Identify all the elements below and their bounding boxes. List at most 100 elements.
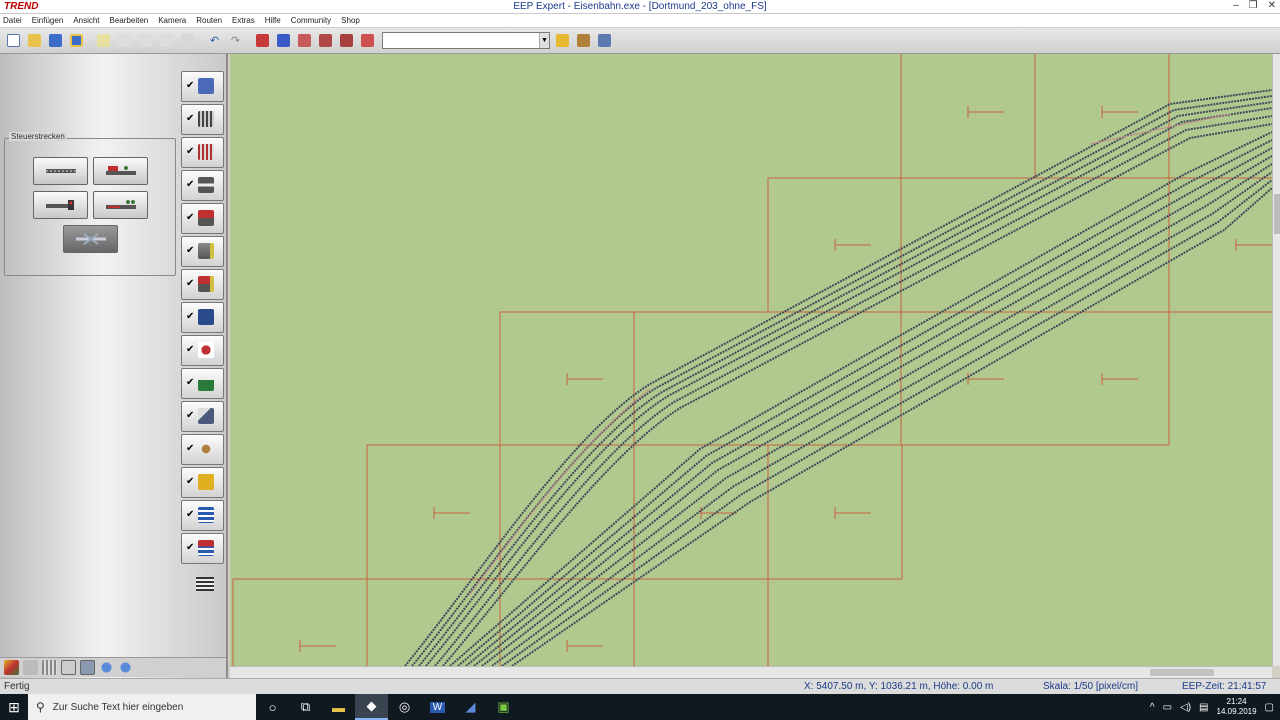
track[interactable]	[457, 139, 1272, 666]
layer-control-button[interactable]: ✔	[181, 236, 224, 267]
train-tool-3-button[interactable]	[295, 31, 314, 50]
steuerstrecke-signal-button[interactable]	[33, 191, 88, 219]
track[interactable]	[434, 115, 1272, 666]
train-tool-5-button[interactable]	[337, 31, 356, 50]
copy-button[interactable]	[115, 31, 134, 50]
train-tool-1-button[interactable]	[253, 31, 272, 50]
steuerstrecke-plain-button[interactable]	[33, 157, 88, 185]
steuerstrecke-train-button[interactable]	[93, 157, 148, 185]
train-tool-4-button[interactable]	[316, 31, 335, 50]
menu-datei[interactable]: Datei	[0, 14, 29, 27]
layer-terrain-button[interactable]: ✔	[181, 401, 224, 432]
layer-water-tracks-button[interactable]: ✔	[181, 533, 224, 564]
menu-community[interactable]: Community	[288, 14, 338, 27]
layer-roads-button[interactable]: ✔	[181, 170, 224, 201]
keyboard-icon[interactable]: ▤	[1199, 702, 1208, 713]
track[interactable]	[481, 163, 1272, 666]
light-button[interactable]	[553, 31, 572, 50]
track-map[interactable]	[230, 54, 1272, 666]
vertical-scroll-thumb[interactable]	[1274, 194, 1280, 234]
menu-kamera[interactable]: Kamera	[155, 14, 193, 27]
redo-button[interactable]: ↷	[226, 31, 245, 50]
notification-icon[interactable]: ▢	[1265, 702, 1274, 713]
zoom-in-icon[interactable]	[99, 660, 114, 675]
layer-landscape-button[interactable]: ✔	[181, 368, 224, 399]
text-icon[interactable]	[61, 660, 76, 675]
close-button[interactable]: ✕	[1268, 0, 1276, 11]
steuerstrecke-switch-button[interactable]	[93, 191, 148, 219]
horizontal-scroll-thumb[interactable]	[1150, 669, 1214, 676]
cortana-button[interactable]: ○	[256, 694, 289, 720]
zoom-out-icon[interactable]	[118, 660, 133, 675]
taskbar-search[interactable]: ⚲ Zur Suche Text hier eingeben	[28, 694, 256, 720]
menu-bearbeiten[interactable]: Bearbeiten	[107, 14, 156, 27]
properties-button[interactable]	[595, 31, 614, 50]
eep-launcher-button[interactable]: ◢	[454, 694, 487, 720]
signal-button[interactable]	[574, 31, 593, 50]
track[interactable]	[411, 95, 1272, 666]
minimize-button[interactable]: –	[1233, 0, 1239, 11]
layer-rail-tracks-button[interactable]: ✔	[181, 104, 224, 135]
search-icon: ⚲	[36, 700, 45, 714]
menu-einfuegen[interactable]: Einfügen	[29, 14, 71, 27]
train-tool-2-button[interactable]	[274, 31, 293, 50]
track-editor-canvas[interactable]	[230, 54, 1272, 666]
save-as-button[interactable]	[67, 31, 86, 50]
check-icon: ✔	[186, 311, 195, 322]
track[interactable]	[418, 101, 1272, 666]
eep-taskbar-button[interactable]: ◆	[355, 694, 388, 720]
paste-button[interactable]	[136, 31, 155, 50]
menu-shop[interactable]: Shop	[338, 14, 367, 27]
rotate-icon[interactable]	[23, 660, 38, 675]
duplicate-button[interactable]	[157, 31, 176, 50]
menu-extras[interactable]: Extras	[229, 14, 262, 27]
layer-objects-button[interactable]: ✔	[181, 71, 224, 102]
grid-icon[interactable]	[42, 660, 57, 675]
menu-routen[interactable]: Routen	[193, 14, 229, 27]
eep-icon: ◢	[465, 699, 476, 714]
chevron-up-icon[interactable]: ^	[1150, 702, 1155, 713]
layer-tram-tracks-button[interactable]: ✔	[181, 137, 224, 168]
delete-button[interactable]	[178, 31, 197, 50]
new-file-button[interactable]	[4, 31, 23, 50]
maximize-button[interactable]: ❐	[1249, 0, 1258, 11]
open-button[interactable]	[25, 31, 44, 50]
track[interactable]	[491, 171, 1272, 666]
start-button[interactable]: ⊞	[0, 694, 28, 720]
layer-buildings-button[interactable]: ✔	[181, 335, 224, 366]
network-icon[interactable]: ▭	[1163, 702, 1172, 713]
volume-icon[interactable]: ◁)	[1180, 702, 1191, 713]
task-view-button[interactable]: ⧉	[289, 694, 322, 720]
train-tool-6-button[interactable]	[358, 31, 377, 50]
track[interactable]	[511, 187, 1272, 666]
image-icon[interactable]	[80, 660, 95, 675]
track[interactable]	[404, 89, 1272, 666]
layer-water-button[interactable]: ✔	[181, 500, 224, 531]
clock[interactable]: 21:24 14.09.2019	[1217, 697, 1257, 717]
horizontal-scrollbar[interactable]	[230, 666, 1272, 678]
track-list-icon[interactable]	[196, 577, 214, 591]
layer-signals-button[interactable]: ✔	[181, 269, 224, 300]
menu-ansicht[interactable]: Ansicht	[70, 14, 106, 27]
chevron-down-icon[interactable]: ▼	[539, 33, 549, 48]
cube-icon	[198, 78, 214, 94]
cube-color-icon[interactable]	[4, 660, 19, 675]
steuerstrecke-crossing-button[interactable]	[63, 225, 118, 253]
cut-button[interactable]	[94, 31, 113, 50]
save-button[interactable]	[46, 31, 65, 50]
layer-goods-button[interactable]: ✔	[181, 434, 224, 465]
vertical-scrollbar[interactable]	[1272, 54, 1280, 666]
train-select[interactable]: ▼	[382, 32, 550, 49]
layer-immobilien-button[interactable]: ✔	[181, 467, 224, 498]
notepad-button[interactable]: ▣	[487, 694, 520, 720]
explorer-button[interactable]: ▬	[322, 694, 355, 720]
rail-tracks[interactable]	[404, 89, 1272, 666]
menu-hilfe[interactable]: Hilfe	[262, 14, 288, 27]
track-signal-icon	[45, 200, 74, 210]
undo-button[interactable]: ↶	[205, 31, 224, 50]
track[interactable]	[425, 107, 1272, 666]
layer-people-button[interactable]: ✔	[181, 302, 224, 333]
layer-water-ways-button[interactable]: ✔	[181, 203, 224, 234]
word-button[interactable]: W	[421, 694, 454, 720]
chrome-button[interactable]: ◎	[388, 694, 421, 720]
